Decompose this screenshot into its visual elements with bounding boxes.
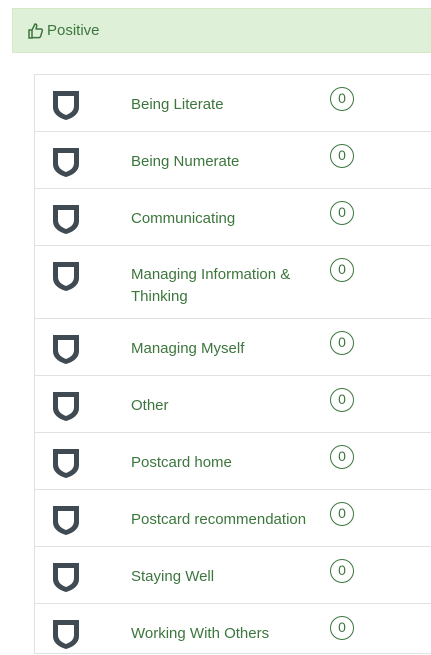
category-label[interactable]: Postcard recommendation: [131, 509, 321, 531]
category-row[interactable]: Postcard home 0: [35, 433, 431, 490]
category-row[interactable]: Postcard recommendation 0: [35, 490, 431, 547]
category-label[interactable]: Postcard home: [131, 452, 321, 474]
category-row[interactable]: Working With Others 0: [35, 604, 431, 654]
category-label[interactable]: Communicating: [131, 208, 321, 230]
category-label[interactable]: Being Numerate: [131, 151, 321, 173]
category-row[interactable]: Staying Well 0: [35, 547, 431, 604]
category-label[interactable]: Being Literate: [131, 94, 321, 116]
category-label[interactable]: Managing Information & Thinking: [131, 264, 321, 308]
shield-icon: [51, 201, 81, 235]
count-badge: 0: [330, 559, 354, 583]
category-row[interactable]: Being Literate 0: [35, 75, 431, 132]
shield-icon: [51, 388, 81, 422]
positive-section-header[interactable]: Positive: [12, 8, 431, 53]
shield-icon: [51, 616, 81, 650]
shield-icon: [51, 258, 81, 292]
shield-icon: [51, 559, 81, 593]
count-badge: 0: [330, 502, 354, 526]
count-badge: 0: [330, 144, 354, 168]
behaviour-category-list: Being Literate 0 Being Numerate 0 Communicat…: [34, 74, 431, 654]
category-row[interactable]: Other 0: [35, 376, 431, 433]
category-row[interactable]: Being Numerate 0: [35, 132, 431, 189]
count-badge: 0: [330, 388, 354, 412]
category-label[interactable]: Staying Well: [131, 566, 321, 588]
category-row[interactable]: Communicating 0: [35, 189, 431, 246]
header-title: Positive: [47, 22, 100, 39]
category-label[interactable]: Managing Myself: [131, 338, 321, 360]
shield-icon: [51, 445, 81, 479]
category-label[interactable]: Working With Others: [131, 623, 321, 645]
shield-icon: [51, 144, 81, 178]
count-badge: 0: [330, 87, 354, 111]
shield-icon: [51, 502, 81, 536]
category-row[interactable]: Managing Myself 0: [35, 319, 431, 376]
count-badge: 0: [330, 445, 354, 469]
count-badge: 0: [330, 201, 354, 225]
shield-icon: [51, 331, 81, 365]
shield-icon: [51, 87, 81, 121]
category-row[interactable]: Managing Information & Thinking 0: [35, 246, 431, 319]
count-badge: 0: [330, 616, 354, 640]
thumbs-up-icon: [27, 22, 45, 40]
count-badge: 0: [330, 331, 354, 355]
count-badge: 0: [330, 258, 354, 282]
category-label[interactable]: Other: [131, 395, 321, 417]
